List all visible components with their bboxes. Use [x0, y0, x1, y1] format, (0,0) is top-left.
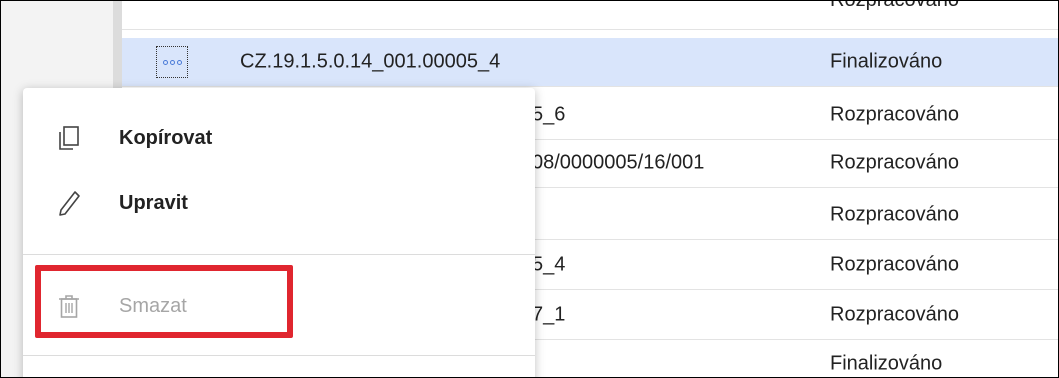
- row-actions-button[interactable]: [156, 46, 188, 78]
- row-status: Rozpracováno: [830, 253, 959, 276]
- copy-label: Kopírovat: [119, 126, 213, 149]
- row-code: 5_4: [532, 253, 566, 276]
- row-status: Rozpracováno: [830, 151, 959, 174]
- more-dots-icon: [169, 59, 175, 65]
- row-context-menu: Kopírovat Upravit Smazat: [23, 88, 535, 377]
- copy-icon: [59, 126, 79, 150]
- row-code: 08/0000005/16/001: [532, 151, 705, 174]
- table-row-selected[interactable]: CZ.19.1.5.0.14_001.00005_4 Finalizováno: [122, 38, 1058, 87]
- highlight-box: [35, 265, 293, 338]
- row-status: Rozpracováno: [830, 303, 959, 326]
- row-status: Rozpracováno: [830, 0, 959, 11]
- row-actions-button[interactable]: [156, 1, 188, 7]
- pencil-icon: [59, 191, 80, 216]
- row-status: Rozpracováno: [830, 103, 959, 126]
- menu-divider: [23, 254, 535, 255]
- edit-menu-item[interactable]: Upravit: [23, 175, 535, 231]
- edit-label: Upravit: [119, 191, 188, 214]
- row-status: Finalizováno: [830, 352, 943, 375]
- screenshot-frame: Rozpracováno CZ.19.1.5.0.14_001.00005_4 …: [0, 0, 1059, 378]
- table-row[interactable]: Rozpracováno: [122, 0, 1058, 30]
- copy-menu-item[interactable]: Kopírovat: [23, 110, 535, 166]
- row-status: Finalizováno: [830, 50, 943, 73]
- row-status: Rozpracováno: [830, 203, 959, 226]
- menu-divider: [23, 355, 535, 356]
- row-code: 5_6: [532, 103, 566, 126]
- row-code: CZ.19.1.5.0.14_001.00005_4: [240, 50, 501, 73]
- more-dots-icon: [176, 59, 182, 65]
- row-code: 7_1: [532, 303, 566, 326]
- more-dots-icon: [162, 59, 168, 65]
